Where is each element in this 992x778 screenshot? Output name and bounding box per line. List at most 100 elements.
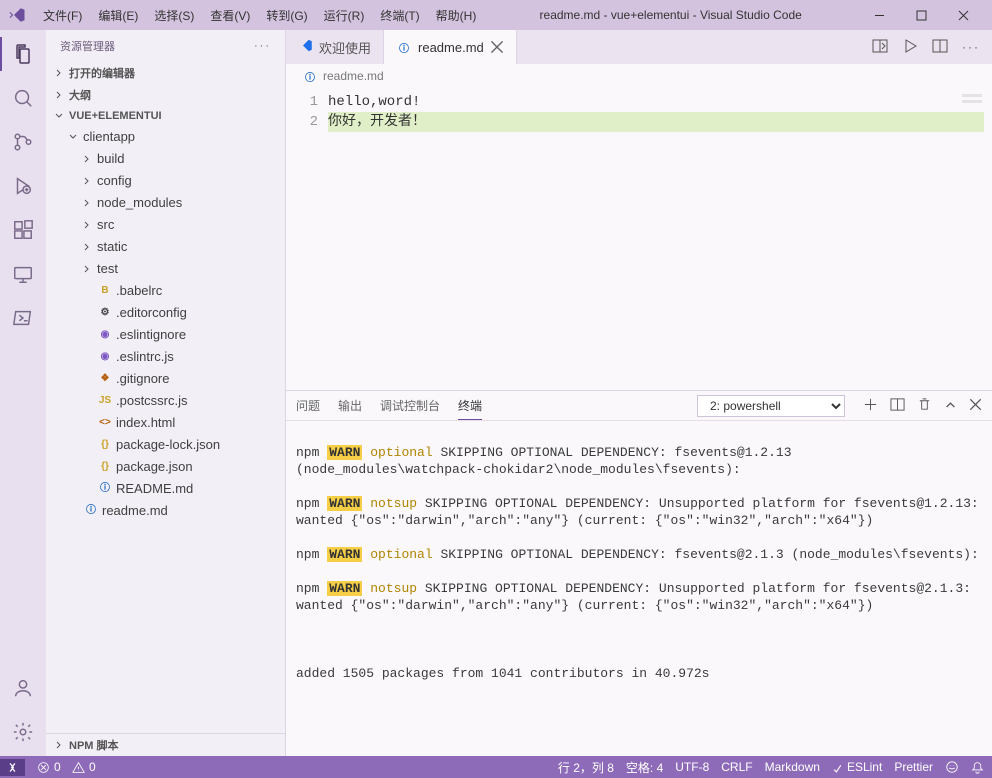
split-terminal-icon[interactable] — [890, 397, 905, 415]
settings-gear-icon[interactable] — [9, 718, 37, 746]
file-eslintignore[interactable]: ◉.eslintignore — [46, 324, 285, 346]
status-line-col[interactable]: 行 2，列 8 — [558, 759, 614, 776]
folder-node-modules[interactable]: node_modules — [46, 192, 285, 214]
file-readme-lower[interactable]: ⓘreadme.md — [46, 500, 285, 522]
menu-run[interactable]: 运行(R) — [317, 4, 372, 27]
js-icon: JS — [97, 393, 113, 409]
tree-label: README.md — [116, 479, 193, 499]
section-outline[interactable]: 大纲 — [46, 84, 285, 106]
eslint-icon: ◉ — [97, 349, 113, 365]
file-readme-upper[interactable]: ⓘREADME.md — [46, 478, 285, 500]
status-encoding[interactable]: UTF-8 — [675, 760, 709, 774]
search-icon[interactable] — [9, 84, 37, 112]
split-editor-icon[interactable] — [932, 38, 948, 57]
eslint-icon: ◉ — [97, 327, 113, 343]
menu-help[interactable]: 帮助(H) — [429, 4, 484, 27]
maximize-button[interactable] — [900, 0, 942, 30]
status-language[interactable]: Markdown — [765, 760, 820, 774]
folder-clientapp[interactable]: clientapp — [46, 126, 285, 148]
remote-explorer-icon[interactable] — [9, 260, 37, 288]
extensions-icon[interactable] — [9, 216, 37, 244]
terminal-select[interactable]: 2: powershell — [697, 395, 845, 417]
folder-test[interactable]: test — [46, 258, 285, 280]
tree-label: src — [97, 215, 114, 235]
run-icon[interactable] — [902, 38, 918, 57]
file-babelrc[interactable]: B.babelrc — [46, 280, 285, 302]
tab-welcome[interactable]: 欢迎使用 — [286, 30, 384, 64]
menu-view[interactable]: 查看(V) — [203, 4, 257, 27]
folder-src[interactable]: src — [46, 214, 285, 236]
tab-label: 欢迎使用 — [319, 38, 371, 57]
menu-goto[interactable]: 转到(G) — [259, 4, 314, 27]
panel-tab-debug[interactable]: 调试控制台 — [380, 392, 440, 419]
menu-edit[interactable]: 编辑(E) — [91, 4, 145, 27]
chevron-right-icon — [80, 174, 94, 188]
file-package-json[interactable]: {}package.json — [46, 456, 285, 478]
close-panel-icon[interactable] — [969, 398, 982, 414]
source-control-icon[interactable] — [9, 128, 37, 156]
status-eol[interactable]: CRLF — [721, 760, 752, 774]
minimap[interactable] — [962, 94, 982, 114]
explorer-icon[interactable] — [9, 40, 37, 68]
remote-indicator[interactable] — [0, 759, 25, 776]
run-debug-icon[interactable] — [9, 172, 37, 200]
status-prettier[interactable]: Prettier — [894, 760, 933, 774]
editor[interactable]: 1 2 hello,word! 你好，开发者！ — [286, 88, 992, 390]
chevron-up-icon[interactable] — [944, 398, 957, 414]
panel-tab-output[interactable]: 输出 — [338, 392, 362, 419]
file-index-html[interactable]: <>index.html — [46, 412, 285, 434]
t: notsup — [362, 581, 417, 596]
split-preview-icon[interactable] — [872, 38, 888, 57]
status-errors[interactable]: 0 0 — [37, 760, 96, 774]
status-spaces[interactable]: 空格: 4 — [626, 759, 663, 776]
folder-config[interactable]: config — [46, 170, 285, 192]
tree-label: package-lock.json — [116, 435, 220, 455]
json-icon: {} — [97, 437, 113, 453]
breadcrumb[interactable]: ⓘ readme.md — [286, 64, 992, 88]
file-gitignore[interactable]: ❖.gitignore — [46, 368, 285, 390]
file-eslintrc[interactable]: ◉.eslintrc.js — [46, 346, 285, 368]
tree-label: index.html — [116, 413, 175, 433]
more-icon[interactable]: ··· — [254, 40, 271, 52]
section-npm-scripts[interactable]: NPM 脚本 — [46, 734, 285, 756]
tab-readme[interactable]: ⓘ readme.md — [384, 30, 517, 64]
html-icon: <> — [97, 415, 113, 431]
file-package-lock[interactable]: {}package-lock.json — [46, 434, 285, 456]
activity-bar — [0, 30, 46, 756]
terminal-content[interactable]: npm WARN optional SKIPPING OPTIONAL DEPE… — [286, 421, 992, 756]
file-editorconfig[interactable]: ⚙.editorconfig — [46, 302, 285, 324]
section-project[interactable]: VUE+ELEMENTUI — [46, 106, 285, 126]
more-icon[interactable]: ··· — [962, 40, 980, 54]
minimize-button[interactable] — [858, 0, 900, 30]
panel-tab-problems[interactable]: 问题 — [296, 392, 320, 419]
menu-select[interactable]: 选择(S) — [147, 4, 201, 27]
menu-terminal[interactable]: 终端(T) — [373, 4, 426, 27]
section-open-editors[interactable]: 打开的编辑器 — [46, 62, 285, 84]
code-line: hello,word! — [328, 92, 992, 112]
account-icon[interactable] — [9, 674, 37, 702]
window-title: readme.md - vue+elementui - Visual Studi… — [483, 8, 858, 22]
line-gutter: 1 2 — [286, 88, 328, 390]
close-button[interactable] — [942, 0, 984, 30]
folder-build[interactable]: build — [46, 148, 285, 170]
powershell-icon[interactable] — [9, 304, 37, 332]
status-feedback-icon[interactable] — [945, 760, 959, 774]
folder-static[interactable]: static — [46, 236, 285, 258]
status-eslint[interactable]: ESLint — [832, 760, 882, 774]
tree-label: node_modules — [97, 193, 182, 213]
close-icon[interactable] — [490, 40, 504, 54]
chevron-right-icon — [52, 738, 66, 752]
status-bell-icon[interactable] — [971, 761, 984, 774]
trash-icon[interactable] — [917, 397, 932, 415]
chevron-right-icon — [80, 218, 94, 232]
breadcrumb-item: readme.md — [323, 69, 384, 83]
file-postcssrc[interactable]: JS.postcssrc.js — [46, 390, 285, 412]
chevron-right-icon — [80, 262, 94, 276]
chevron-right-icon — [52, 88, 66, 102]
sidebar: 资源管理器 ··· 打开的编辑器 大纲 VUE+ELEMENTUI client… — [46, 30, 286, 756]
menu-file[interactable]: 文件(F) — [36, 4, 89, 27]
t: npm — [296, 496, 327, 511]
new-terminal-icon[interactable] — [863, 397, 878, 415]
panel-tab-terminal[interactable]: 终端 — [458, 392, 482, 420]
project-label: VUE+ELEMENTUI — [69, 110, 162, 122]
